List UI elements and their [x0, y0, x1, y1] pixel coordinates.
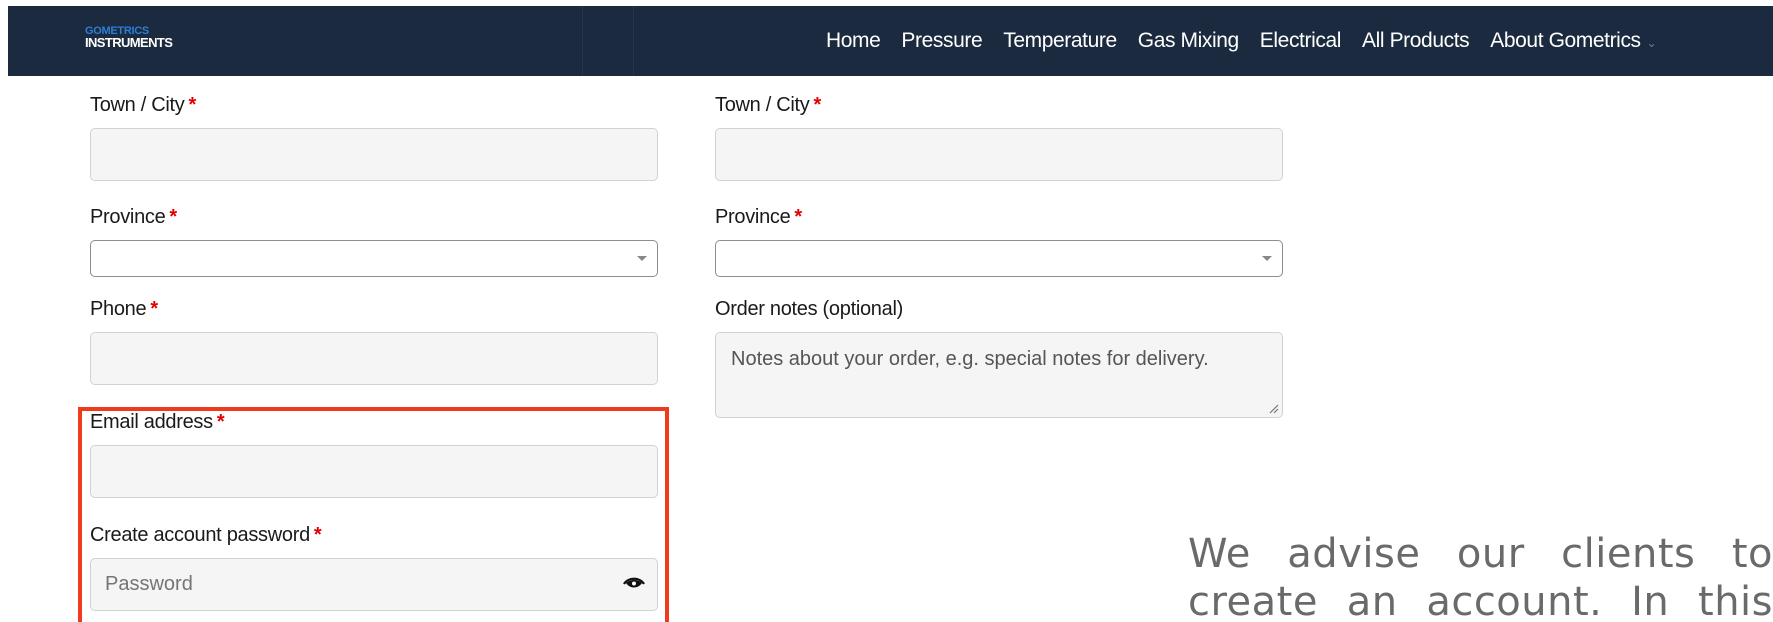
required-marker: *	[188, 94, 197, 116]
shipping-city-label-text: Town / City	[715, 94, 810, 116]
nav-divider	[582, 6, 583, 76]
highlight-box	[78, 407, 669, 622]
nav-temperature[interactable]: Temperature	[1003, 29, 1117, 53]
nav-home[interactable]: Home	[826, 29, 881, 53]
nav-about-gometrics[interactable]: About Gometrics ⌄	[1490, 29, 1656, 53]
required-marker: *	[813, 94, 822, 116]
resize-handle-icon[interactable]	[1267, 402, 1279, 414]
nav-electrical[interactable]: Electrical	[1260, 29, 1342, 53]
billing-province-label: Province *	[90, 206, 177, 229]
required-marker: *	[150, 298, 158, 320]
site-logo[interactable]: GOMETRICS INSTRUMENTS	[85, 26, 173, 50]
billing-city-label: Town / City *	[90, 94, 196, 117]
nav-pressure[interactable]: Pressure	[901, 29, 982, 53]
billing-city-label-text: Town / City	[90, 94, 185, 116]
billing-province-select[interactable]	[90, 240, 658, 277]
main-menu: Home Pressure Temperature Gas Mixing Ele…	[826, 6, 1657, 76]
phone-input[interactable]	[90, 332, 658, 385]
phone-label-text: Phone	[90, 298, 147, 320]
order-notes-textarea[interactable]: Notes about your order, e.g. special not…	[715, 332, 1283, 418]
required-marker: *	[169, 206, 177, 228]
shipping-city-label: Town / City *	[715, 94, 821, 117]
billing-province-label-text: Province	[90, 206, 166, 228]
shipping-province-label-text: Province	[715, 206, 791, 228]
nav-gas-mixing[interactable]: Gas Mixing	[1138, 29, 1239, 53]
shipping-province-label: Province *	[715, 206, 802, 229]
chevron-down-icon	[637, 256, 647, 261]
nav-all-products[interactable]: All Products	[1362, 29, 1470, 53]
shipping-city-input[interactable]	[715, 128, 1283, 181]
nav-about-label: About Gometrics	[1490, 29, 1641, 52]
phone-label: Phone *	[90, 298, 158, 321]
required-marker: *	[794, 206, 802, 228]
top-navbar: GOMETRICS INSTRUMENTS Home Pressure Temp…	[8, 6, 1773, 76]
checkout-page: GOMETRICS INSTRUMENTS Home Pressure Temp…	[0, 0, 1773, 622]
order-notes-placeholder: Notes about your order, e.g. special not…	[731, 348, 1209, 370]
order-notes-label: Order notes (optional)	[715, 298, 903, 320]
chevron-down-icon	[1262, 256, 1272, 261]
shipping-province-select[interactable]	[715, 240, 1283, 277]
account-advice-text: We advise our clients to create an accou…	[1188, 531, 1773, 622]
billing-city-input[interactable]	[90, 128, 658, 181]
nav-divider	[633, 6, 634, 76]
chevron-down-icon: ⌄	[1646, 36, 1657, 50]
logo-line-2: INSTRUMENTS	[85, 35, 173, 50]
